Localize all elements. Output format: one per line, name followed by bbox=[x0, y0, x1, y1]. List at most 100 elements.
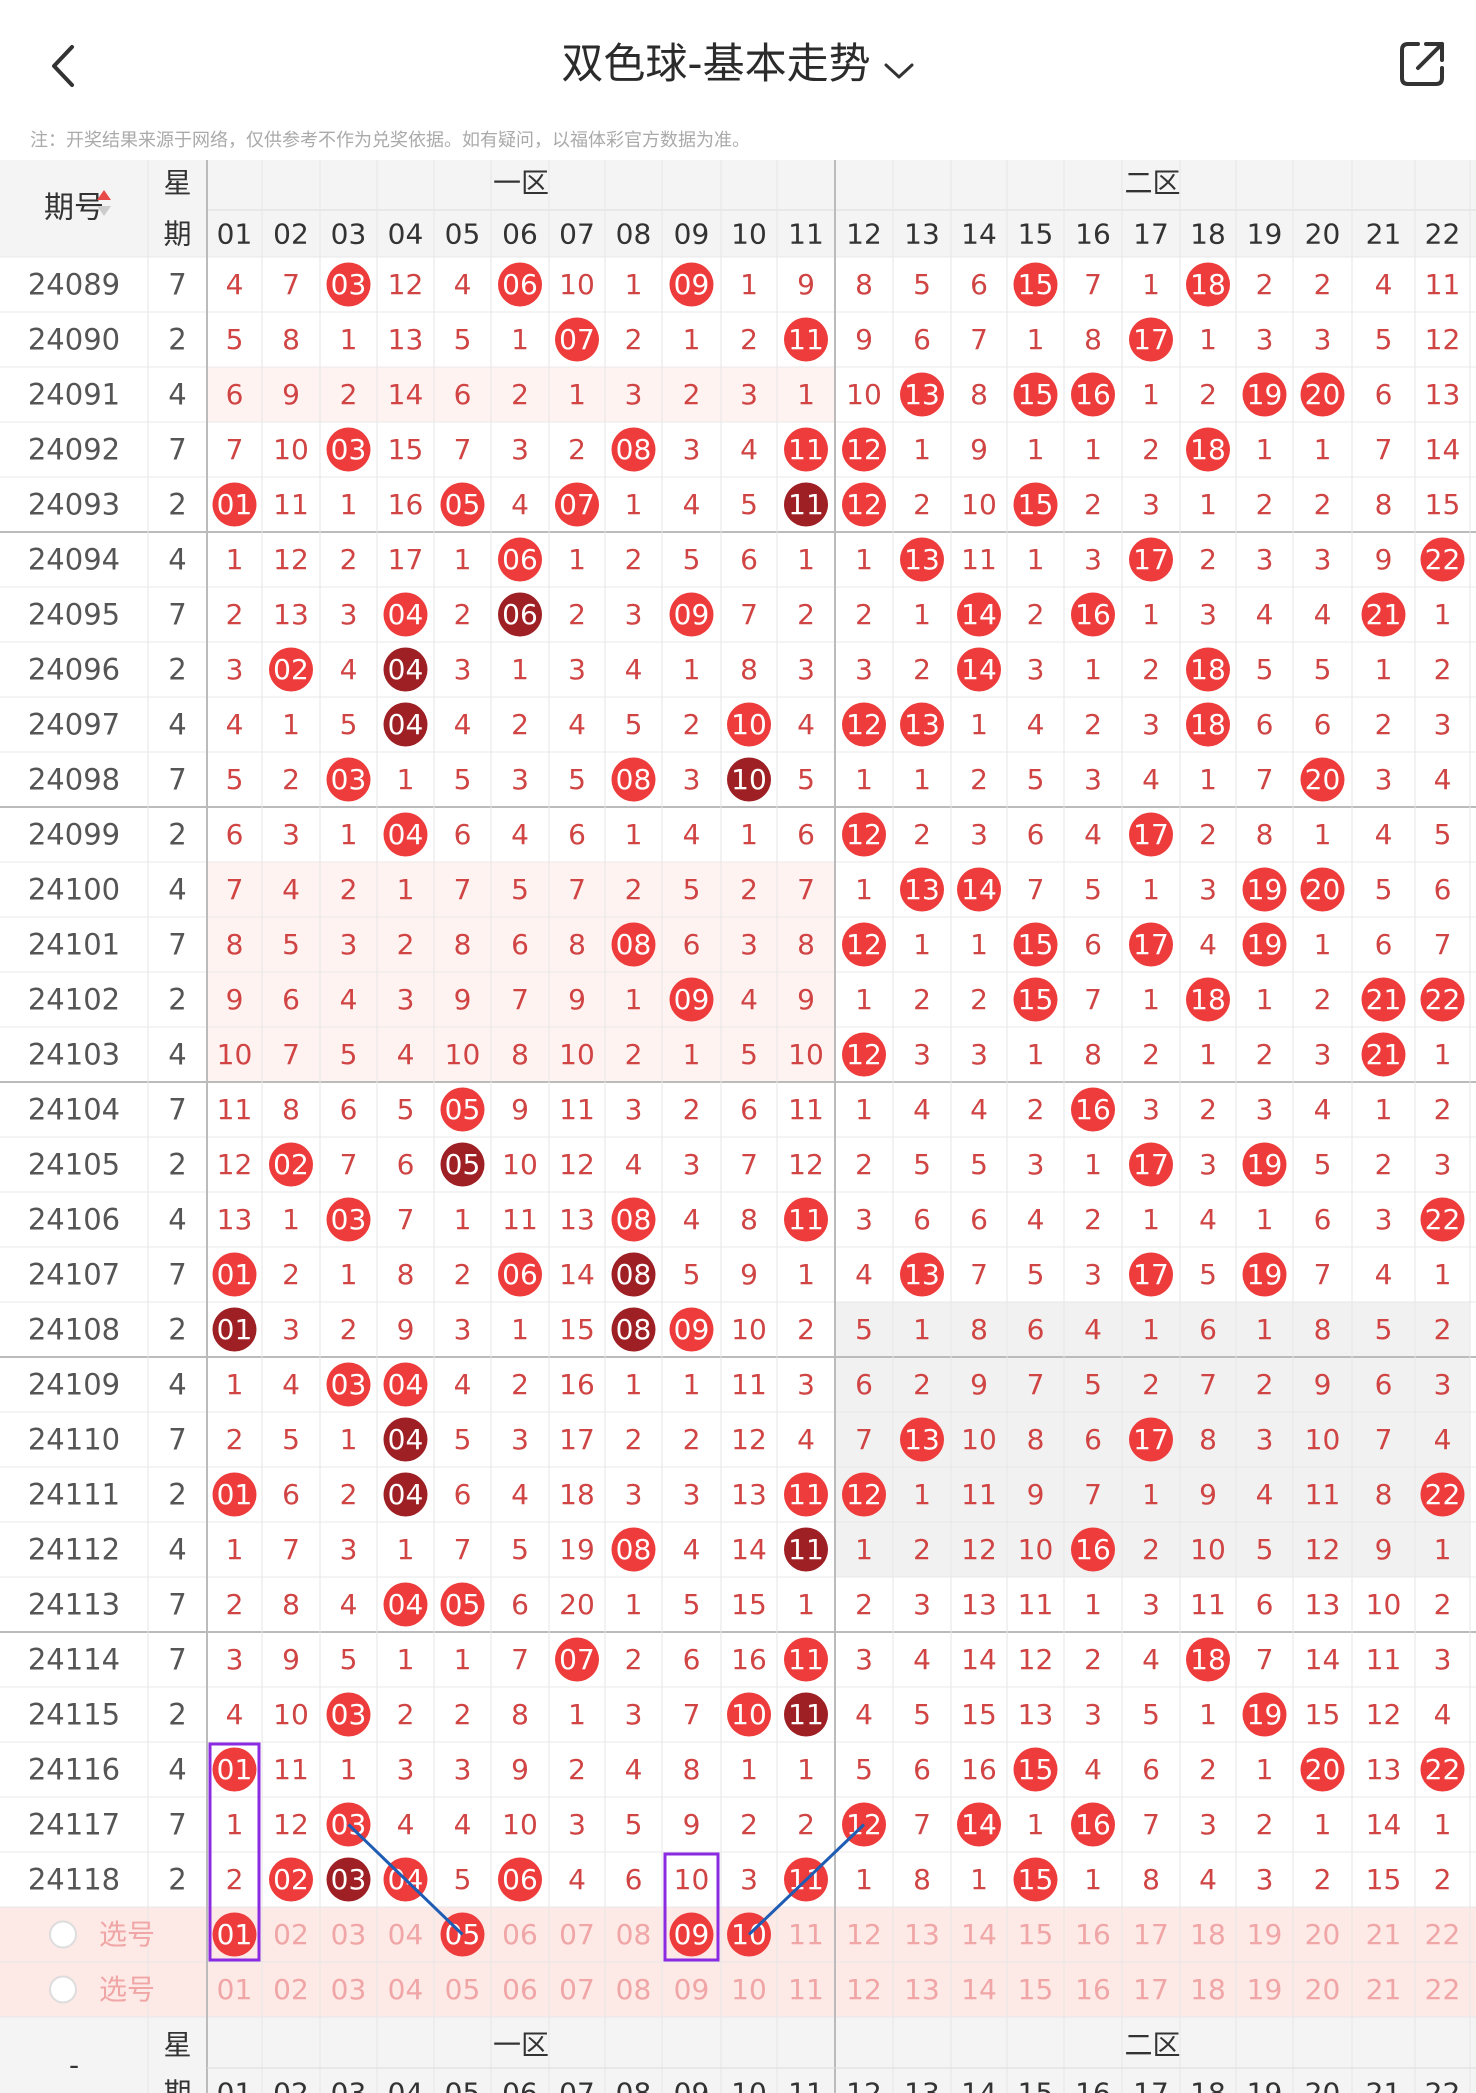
selectable-number[interactable]: 22 bbox=[1425, 1973, 1461, 2006]
winning-ball-number: 12 bbox=[846, 1038, 882, 1071]
selectable-number[interactable]: 12 bbox=[846, 1973, 882, 2006]
miss-count: 2 bbox=[454, 1698, 472, 1731]
selectable-number[interactable]: 19 bbox=[1247, 1973, 1283, 2006]
selectable-number[interactable]: 08 bbox=[616, 1918, 652, 1951]
winning-ball-number: 11 bbox=[788, 488, 824, 521]
miss-count: 2 bbox=[913, 653, 931, 686]
number-column-header: 03 bbox=[331, 218, 367, 251]
selectable-number[interactable]: 19 bbox=[1247, 1918, 1283, 1951]
miss-count: 3 bbox=[625, 378, 643, 411]
miss-count: 1 bbox=[1027, 433, 1045, 466]
miss-count: 5 bbox=[454, 1863, 472, 1896]
miss-count: 2 bbox=[740, 873, 758, 906]
selectable-number[interactable]: 18 bbox=[1190, 1918, 1226, 1951]
week-day: 7 bbox=[168, 433, 186, 467]
miss-count: 2 bbox=[740, 1808, 758, 1841]
miss-count: 7 bbox=[970, 1258, 988, 1291]
miss-count: 3 bbox=[683, 1148, 701, 1181]
selectable-number[interactable]: 05 bbox=[445, 1973, 481, 2006]
selectable-number[interactable]: 13 bbox=[904, 1973, 940, 2006]
miss-count: 5 bbox=[454, 323, 472, 356]
selectable-number[interactable]: 15 bbox=[1018, 1973, 1054, 2006]
winning-ball-number: 20 bbox=[1305, 873, 1341, 906]
miss-count: 1 bbox=[970, 708, 988, 741]
period-number: 24099 bbox=[28, 818, 120, 852]
miss-count: 1 bbox=[625, 1588, 643, 1621]
miss-count: 4 bbox=[454, 268, 472, 301]
miss-count: 1 bbox=[1434, 1533, 1452, 1566]
miss-count: 2 bbox=[1084, 1203, 1102, 1236]
miss-count: 5 bbox=[683, 1588, 701, 1621]
selectable-number[interactable]: 11 bbox=[788, 1973, 824, 2006]
selectable-number[interactable]: 22 bbox=[1425, 1918, 1461, 1951]
zone-1-header: 一区 bbox=[493, 167, 549, 200]
winning-ball-number: 20 bbox=[1305, 378, 1341, 411]
selectable-number[interactable]: 17 bbox=[1133, 1918, 1169, 1951]
selectable-number[interactable]: 02 bbox=[273, 1918, 309, 1951]
winning-ball-number: 04 bbox=[388, 1368, 424, 1401]
miss-count: 2 bbox=[1199, 378, 1217, 411]
selectable-number[interactable]: 21 bbox=[1366, 1918, 1402, 1951]
selectable-number[interactable]: 14 bbox=[961, 1918, 997, 1951]
page-title[interactable]: 双色球-基本走势 bbox=[0, 30, 1476, 91]
miss-count: 9 bbox=[511, 1753, 529, 1786]
winning-ball-number: 19 bbox=[1247, 1698, 1283, 1731]
miss-count: 3 bbox=[454, 1313, 472, 1346]
selectable-number[interactable]: 09 bbox=[674, 1973, 710, 2006]
selectable-number[interactable]: 02 bbox=[273, 1973, 309, 2006]
selectable-number[interactable]: 08 bbox=[616, 1973, 652, 2006]
selectable-number[interactable]: 14 bbox=[961, 1973, 997, 2006]
footer-week-header: 期 bbox=[163, 2077, 191, 2093]
selectable-number[interactable]: 17 bbox=[1133, 1973, 1169, 2006]
winning-ball-number: 17 bbox=[1133, 543, 1169, 576]
select-radio[interactable] bbox=[49, 1920, 77, 1949]
miss-count: 2 bbox=[913, 983, 931, 1016]
selectable-number[interactable]: 20 bbox=[1305, 1918, 1341, 1951]
miss-count: 9 bbox=[282, 1643, 300, 1676]
winning-ball-number: 18 bbox=[1190, 433, 1226, 466]
miss-count: 2 bbox=[1199, 543, 1217, 576]
miss-count: 1 bbox=[855, 873, 873, 906]
miss-count: 1 bbox=[1314, 1808, 1332, 1841]
share-button[interactable] bbox=[1396, 38, 1448, 90]
selectable-number[interactable]: 03 bbox=[331, 1918, 367, 1951]
winning-ball-number: 05 bbox=[445, 1148, 481, 1181]
miss-count: 6 bbox=[625, 1863, 643, 1896]
selectable-number[interactable]: 04 bbox=[388, 1973, 424, 2006]
selectable-number[interactable]: 15 bbox=[1018, 1918, 1054, 1951]
miss-count: 5 bbox=[282, 1423, 300, 1456]
selectable-number[interactable]: 04 bbox=[388, 1918, 424, 1951]
selectable-number[interactable]: 03 bbox=[331, 1973, 367, 2006]
miss-count: 2 bbox=[282, 763, 300, 796]
selectable-number[interactable]: 07 bbox=[559, 1973, 595, 2006]
week-day: 2 bbox=[168, 488, 186, 522]
miss-count: 3 bbox=[797, 1368, 815, 1401]
winning-ball-number: 01 bbox=[217, 488, 253, 521]
miss-count: 1 bbox=[1027, 323, 1045, 356]
miss-count: 12 bbox=[217, 1148, 253, 1181]
selectable-number[interactable]: 11 bbox=[788, 1918, 824, 1951]
selectable-number[interactable]: 06 bbox=[502, 1918, 538, 1951]
miss-count: 1 bbox=[282, 708, 300, 741]
selectable-number[interactable]: 16 bbox=[1075, 1973, 1111, 2006]
miss-count: 2 bbox=[1199, 1753, 1217, 1786]
miss-count: 3 bbox=[625, 598, 643, 631]
week-day: 2 bbox=[168, 653, 186, 687]
selectable-number[interactable]: 21 bbox=[1366, 1973, 1402, 2006]
winning-ball-number: 11 bbox=[788, 323, 824, 356]
selectable-number[interactable]: 07 bbox=[559, 1918, 595, 1951]
selectable-number[interactable]: 10 bbox=[731, 1973, 767, 2006]
selectable-number[interactable]: 18 bbox=[1190, 1973, 1226, 2006]
selectable-number[interactable]: 06 bbox=[502, 1973, 538, 2006]
winning-ball-number: 17 bbox=[1133, 818, 1169, 851]
miss-count: 7 bbox=[397, 1203, 415, 1236]
selectable-number[interactable]: 13 bbox=[904, 1918, 940, 1951]
miss-count: 1 bbox=[568, 543, 586, 576]
selectable-number[interactable]: 12 bbox=[846, 1918, 882, 1951]
select-radio[interactable] bbox=[49, 1975, 77, 2004]
selectable-number[interactable]: 20 bbox=[1305, 1973, 1341, 2006]
selectable-number[interactable]: 16 bbox=[1075, 1918, 1111, 1951]
week-day: 7 bbox=[168, 1643, 186, 1677]
week-day: 2 bbox=[168, 983, 186, 1017]
selectable-number[interactable]: 01 bbox=[217, 1973, 253, 2006]
